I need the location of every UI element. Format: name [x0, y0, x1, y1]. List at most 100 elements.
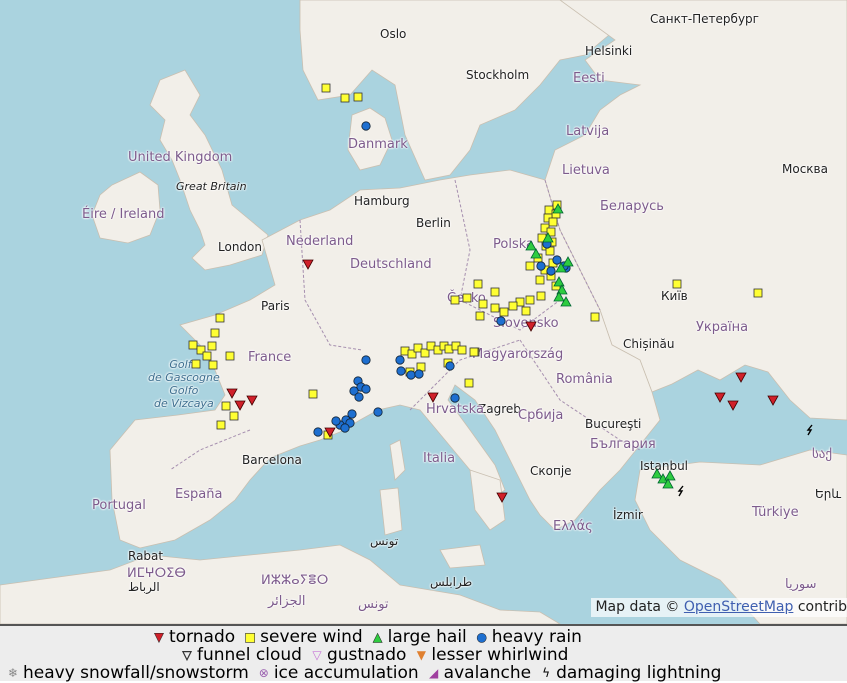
heavy-rain-marker[interactable]: [361, 384, 371, 394]
heavy-rain-marker[interactable]: [361, 355, 371, 365]
snowflake-icon: ❄: [7, 666, 19, 680]
heavy-rain-marker[interactable]: [450, 393, 460, 403]
severe-wind-marker[interactable]: [753, 288, 763, 298]
severe-wind-marker[interactable]: [548, 217, 558, 227]
severe-wind-marker[interactable]: [450, 295, 460, 305]
legend-item: ⊗ ice accumulation: [257, 663, 419, 683]
circle-icon: ●: [476, 630, 488, 645]
severe-wind-marker[interactable]: [221, 401, 231, 411]
tornado-marker[interactable]: [427, 392, 439, 403]
severe-wind-marker[interactable]: [188, 340, 198, 350]
legend-label: funnel cloud: [197, 645, 302, 665]
heavy-rain-marker[interactable]: [414, 369, 424, 379]
tornado-marker[interactable]: [496, 492, 508, 503]
severe-wind-marker[interactable]: [462, 293, 472, 303]
legend-row-1: ▼ tornado ■ severe wind ▲ large hail ● heavy ra…: [152, 627, 590, 647]
legend-label: severe wind: [260, 627, 363, 647]
severe-wind-marker[interactable]: [478, 299, 488, 309]
tornado-marker[interactable]: [226, 388, 238, 399]
heavy-rain-marker[interactable]: [445, 361, 455, 371]
tornado-marker[interactable]: [767, 395, 779, 406]
legend-label: ice accumulation: [273, 663, 419, 683]
severe-wind-marker[interactable]: [353, 92, 363, 102]
heavy-rain-marker[interactable]: [373, 407, 383, 417]
severe-wind-marker[interactable]: [191, 359, 201, 369]
severe-wind-marker[interactable]: [457, 345, 467, 355]
severe-wind-marker[interactable]: [508, 301, 518, 311]
severe-wind-marker[interactable]: [202, 351, 212, 361]
severe-wind-marker[interactable]: [590, 312, 600, 322]
severe-wind-marker[interactable]: [225, 351, 235, 361]
severe-wind-marker[interactable]: [207, 341, 217, 351]
tornado-marker[interactable]: [727, 400, 739, 411]
legend-label: lesser whirlwind: [431, 645, 569, 665]
severe-wind-marker[interactable]: [535, 275, 545, 285]
severe-wind-marker[interactable]: [229, 411, 239, 421]
heavy-rain-marker[interactable]: [313, 427, 323, 437]
severe-wind-marker[interactable]: [536, 291, 546, 301]
triangle-icon: ▲: [373, 630, 383, 645]
severe-wind-marker[interactable]: [340, 93, 350, 103]
gustnado-icon: ▽: [312, 648, 322, 662]
legend-label: gustnado: [326, 645, 407, 665]
legend-item: ▼ tornado: [152, 627, 235, 647]
large-hail-marker[interactable]: [525, 240, 537, 251]
legend-label: avalanche: [443, 663, 532, 683]
severe-wind-marker[interactable]: [672, 279, 682, 289]
heavy-rain-marker[interactable]: [546, 266, 556, 276]
heavy-rain-marker[interactable]: [395, 355, 405, 365]
severe-wind-marker[interactable]: [490, 303, 500, 313]
legend-label: heavy snowfall/snowstorm: [23, 663, 249, 683]
tornado-marker[interactable]: [246, 395, 258, 406]
severe-wind-marker[interactable]: [208, 360, 218, 370]
severe-wind-marker[interactable]: [475, 311, 485, 321]
lightning-icon: ϟ: [542, 666, 551, 680]
heavy-rain-marker[interactable]: [354, 392, 364, 402]
tornado-marker[interactable]: [525, 321, 537, 332]
heavy-rain-marker[interactable]: [496, 316, 506, 326]
severe-wind-marker[interactable]: [216, 420, 226, 430]
legend: ▼ tornado ■ severe wind ▲ large hail ● heavy ra…: [0, 624, 847, 683]
severe-wind-marker[interactable]: [521, 306, 531, 316]
tornado-marker[interactable]: [714, 392, 726, 403]
severe-wind-marker[interactable]: [321, 83, 331, 93]
legend-item: ▼ lesser whirlwind: [414, 645, 569, 665]
legend-item: ● heavy rain: [475, 627, 582, 647]
tornado-marker[interactable]: [234, 400, 246, 411]
ice-icon: ⊗: [258, 666, 269, 680]
legend-item: ▽ gustnado: [310, 645, 406, 665]
severe-wind-marker[interactable]: [308, 389, 318, 399]
legend-row-3: ❄ heavy snowfall/snowstorm ⊗ ice accumulati…: [6, 663, 729, 683]
legend-item: ▲ large hail: [371, 627, 467, 647]
severe-wind-marker[interactable]: [473, 279, 483, 289]
severe-wind-marker[interactable]: [499, 307, 509, 317]
heavy-rain-marker[interactable]: [396, 366, 406, 376]
heavy-rain-marker[interactable]: [361, 121, 371, 131]
large-hail-marker[interactable]: [553, 276, 565, 287]
map-view[interactable]: Oslo Stockholm Helsinki Санкт-Петербург Eest…: [0, 0, 847, 624]
legend-label: damaging lightning: [556, 663, 722, 683]
heavy-rain-marker[interactable]: [406, 370, 416, 380]
severe-wind-marker[interactable]: [210, 328, 220, 338]
large-hail-marker[interactable]: [651, 468, 663, 479]
heavy-rain-marker[interactable]: [340, 423, 350, 433]
severe-wind-marker[interactable]: [490, 287, 500, 297]
severe-wind-marker[interactable]: [464, 378, 474, 388]
severe-wind-marker[interactable]: [525, 261, 535, 271]
map-attribution: Map data © OpenStreetMap contrib: [591, 598, 847, 617]
heavy-rain-marker[interactable]: [552, 255, 562, 265]
severe-wind-marker[interactable]: [469, 347, 479, 357]
heavy-rain-marker[interactable]: [536, 261, 546, 271]
lightning-marker[interactable]: [806, 424, 813, 436]
tornado-marker[interactable]: [302, 259, 314, 270]
funnel-icon: ▽: [182, 648, 192, 663]
tornado-marker[interactable]: [735, 372, 747, 383]
tornado-icon: ▼: [154, 630, 164, 645]
heavy-rain-marker[interactable]: [331, 416, 341, 426]
lightning-marker[interactable]: [677, 485, 684, 497]
severe-wind-marker[interactable]: [525, 295, 535, 305]
legend-item: ▽ funnel cloud: [180, 645, 302, 665]
severe-wind-marker[interactable]: [215, 313, 225, 323]
large-hail-marker[interactable]: [664, 470, 676, 481]
osm-link[interactable]: OpenStreetMap: [684, 599, 793, 615]
